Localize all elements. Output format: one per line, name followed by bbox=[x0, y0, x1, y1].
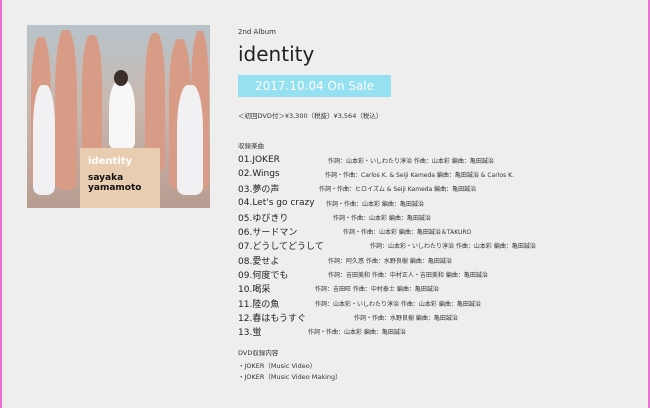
track-row: 10.喝采 作詞：吉田旺 作曲：中村泰士 編曲：亀田誠治 bbox=[238, 282, 638, 296]
track-credit: 作詞・作曲：山本彩 編曲：亀田誠治 bbox=[326, 200, 424, 208]
track-credit: 作詞・作曲：山本彩 編曲：亀田誠治 bbox=[333, 214, 431, 222]
track-credit: 作詞・作曲：Carlos K. & Seiji Kameda 編曲：亀田誠治 &… bbox=[325, 171, 514, 179]
cover-title-block: identity sayaka yamamoto bbox=[80, 148, 160, 208]
mannequin-shape bbox=[55, 30, 77, 190]
track-name: 10.喝采 bbox=[238, 285, 271, 296]
track-name: 04.Let's go crazy bbox=[238, 198, 315, 209]
price-text: ＜初回DVD付＞¥3,300（税抜）¥3,564（税込） bbox=[238, 112, 383, 120]
track-name: 03.夢の声 bbox=[238, 185, 280, 196]
track-credit: 作詞・作曲：水野良樹 編曲：亀田誠治 bbox=[354, 314, 458, 322]
track-name: 08.愛せよ bbox=[238, 256, 280, 267]
mannequin-shape bbox=[82, 35, 102, 155]
album-cover: identity sayaka yamamoto bbox=[27, 25, 210, 208]
track-row: 11.陸の魚 作詞：山本彩・いしわたり淳治 作曲：山本彩 編曲：亀田誠治 bbox=[238, 296, 638, 310]
track-row: 09.何度でも 作詞：吉田美和 作曲：中村正人・吉田美和 編曲：亀田誠治 bbox=[238, 267, 638, 281]
album-kicker: 2nd Album bbox=[238, 28, 276, 36]
mannequin-shape bbox=[177, 85, 203, 195]
on-sale-banner: 2017.10.04 On Sale bbox=[238, 75, 392, 97]
cover-title: identity bbox=[88, 156, 132, 167]
track-row: 02.Wings 作詞・作曲：Carlos K. & Seiji Kameda … bbox=[238, 167, 638, 181]
track-name: 01.JOKER bbox=[238, 155, 280, 166]
left-frame-line bbox=[0, 0, 2, 408]
track-credit: 作詞：山本彩・いしわたり淳治 作曲：山本彩 編曲：亀田誠治 bbox=[315, 300, 481, 308]
track-credit: 作詞・作曲：山本彩 編曲：亀田誠治＆TAKURO bbox=[343, 229, 472, 237]
track-row: 03.夢の声 作詞・作曲：ヒロイズム & Seiji Kameda 編曲：亀田誠… bbox=[238, 182, 638, 196]
track-credit: 作詞・作曲：ヒロイズム & Seiji Kameda 編曲：亀田誠治 bbox=[319, 186, 477, 194]
track-name: 09.何度でも bbox=[238, 271, 289, 282]
track-name: 02.Wings bbox=[238, 169, 280, 180]
album-title: identity bbox=[238, 42, 315, 66]
track-credit: 作詞：阿久悠 作曲：水野良樹 編曲：亀田誠治 bbox=[328, 257, 452, 265]
track-name: 06.サードマン bbox=[238, 228, 298, 239]
dvd-item: ・JOKER（Music Video） bbox=[238, 361, 317, 370]
track-row: 06.サードマン 作詞・作曲：山本彩 編曲：亀田誠治＆TAKURO bbox=[238, 224, 638, 238]
track-name: 11.陸の魚 bbox=[238, 299, 280, 310]
track-credit: 作詞：吉田旺 作曲：中村泰士 編曲：亀田誠治 bbox=[315, 286, 439, 294]
track-credit: 作詞・作曲：山本彩 編曲：亀田誠治 bbox=[308, 329, 406, 337]
track-credit: 作詞：山本彩・いしわたり淳治 作曲：山本彩 編曲：亀田誠治 bbox=[328, 157, 494, 165]
track-row: 01.JOKER 作詞：山本彩・いしわたり淳治 作曲：山本彩 編曲：亀田誠治 bbox=[238, 153, 638, 167]
track-name: 07.どうしてどうして bbox=[238, 242, 324, 253]
tracklist: 01.JOKER 作詞：山本彩・いしわたり淳治 作曲：山本彩 編曲：亀田誠治 0… bbox=[238, 153, 638, 339]
track-credit: 作詞：吉田美和 作曲：中村正人・吉田美和 編曲：亀田誠治 bbox=[328, 272, 488, 280]
figure-in-dress bbox=[109, 80, 135, 150]
track-name: 12.春はもうすぐ bbox=[238, 313, 307, 324]
track-credit: 作詞：山本彩・いしわたり淳治 作曲：山本彩 編曲：亀田誠治 bbox=[370, 243, 536, 251]
track-row: 13.蛍 作詞・作曲：山本彩 編曲：亀田誠治 bbox=[238, 325, 638, 339]
dvd-item: ・JOKER（Music Video Making） bbox=[238, 372, 342, 381]
dvd-heading: DVD収録内容 bbox=[238, 348, 279, 357]
track-row: 12.春はもうすぐ 作詞・作曲：水野良樹 編曲：亀田誠治 bbox=[238, 310, 638, 324]
track-name: 05.ゆびきり bbox=[238, 213, 289, 224]
track-row: 07.どうしてどうして 作詞：山本彩・いしわたり淳治 作曲：山本彩 編曲：亀田誠… bbox=[238, 239, 638, 253]
mannequin-shape bbox=[33, 85, 55, 195]
track-row: 05.ゆびきり 作詞・作曲：山本彩 編曲：亀田誠治 bbox=[238, 210, 638, 224]
track-name: 13.蛍 bbox=[238, 328, 262, 339]
figure-head bbox=[114, 70, 128, 86]
album-info: 2nd Album identity 2017.10.04 On Sale ＜初… bbox=[238, 28, 638, 381]
track-row: 04.Let's go crazy 作詞・作曲：山本彩 編曲：亀田誠治 bbox=[238, 196, 638, 210]
cover-artist: sayaka yamamoto bbox=[88, 173, 142, 193]
track-row: 08.愛せよ 作詞：阿久悠 作曲：水野良樹 編曲：亀田誠治 bbox=[238, 253, 638, 267]
tracklist-heading: 収録楽曲 bbox=[238, 142, 264, 150]
